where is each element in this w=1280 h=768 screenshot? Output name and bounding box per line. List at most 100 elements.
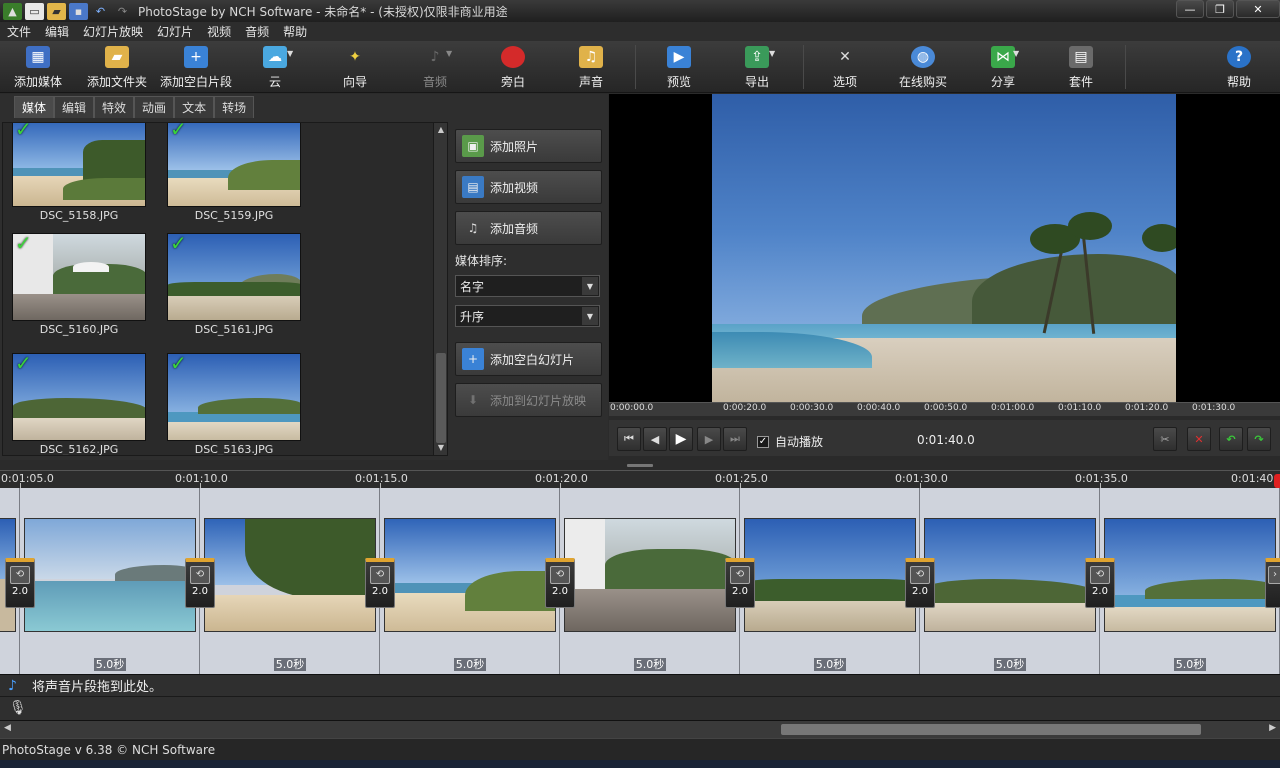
- export-button[interactable]: ⇪ 导出: [742, 44, 772, 90]
- chevron-down-icon[interactable]: ▼: [582, 307, 598, 325]
- transition-marker[interactable]: ⟲ 2.0: [725, 558, 755, 608]
- preview-button[interactable]: ▶ 预览: [664, 44, 694, 90]
- window-controls: — ❐ ✕: [1174, 0, 1280, 20]
- add-to-slideshow-button[interactable]: ⬇ 添加到幻灯片放映: [455, 383, 602, 417]
- add-folder-button[interactable]: ▰ 添加文件夹: [87, 44, 147, 90]
- cloud-dropdown-icon[interactable]: ▼: [287, 49, 293, 58]
- media-item[interactable]: ✓ DSC_5160.JPG: [12, 233, 146, 336]
- timeline-clip[interactable]: 5.0秒: [920, 488, 1100, 674]
- transition-marker[interactable]: ⟲ 2.0: [905, 558, 935, 608]
- chevron-down-icon[interactable]: ▼: [582, 277, 598, 295]
- audio-track[interactable]: ♪ 将声音片段拖到此处。: [0, 674, 1280, 696]
- menu-help[interactable]: 帮助: [276, 23, 314, 40]
- narration-button[interactable]: 旁白: [498, 44, 528, 90]
- rotate-left-button[interactable]: ↶: [1219, 427, 1243, 451]
- transition-marker[interactable]: ⟲ 2.0: [365, 558, 395, 608]
- delete-button[interactable]: ✕: [1187, 427, 1211, 451]
- transition-icon: ⟲: [190, 566, 210, 584]
- scrollbar-thumb[interactable]: [436, 353, 446, 443]
- open-folder-icon[interactable]: ▰: [47, 2, 66, 20]
- buy-online-button[interactable]: ◍ 在线购买: [898, 44, 948, 90]
- timeline-clip[interactable]: 5.0秒: [200, 488, 380, 674]
- new-file-icon[interactable]: ▭: [25, 2, 44, 20]
- share-dropdown-icon[interactable]: ▼: [1013, 49, 1019, 58]
- timeline-playhead[interactable]: [1274, 474, 1280, 488]
- sound-button[interactable]: ♫ 声音: [576, 44, 606, 90]
- media-item[interactable]: ✓ DSC_5161.JPG: [167, 233, 301, 336]
- sort-order-select[interactable]: 升序 ▼: [455, 305, 600, 327]
- add-audio-button[interactable]: ♫ 添加音频: [455, 211, 602, 245]
- menu-video[interactable]: 视频: [200, 23, 238, 40]
- timeline-clip[interactable]: 5.0秒: [740, 488, 920, 674]
- tab-transition[interactable]: 转场: [214, 96, 255, 118]
- blank-slide-icon: +: [462, 348, 484, 370]
- export-dropdown-icon[interactable]: ▼: [769, 49, 775, 58]
- audio-dropdown-icon[interactable]: ▼: [446, 49, 452, 58]
- tab-media[interactable]: 媒体: [14, 96, 55, 118]
- step-back-button[interactable]: ◀: [643, 427, 667, 451]
- close-button[interactable]: ✕: [1236, 0, 1280, 18]
- scroll-down-icon[interactable]: ▼: [434, 441, 447, 455]
- add-media-button[interactable]: ▦ 添加媒体: [14, 44, 62, 90]
- transition-marker[interactable]: ⟲ 2.0: [5, 558, 35, 608]
- status-text: PhotoStage v 6.38 © NCH Software: [2, 742, 216, 757]
- step-forward-button[interactable]: ▶: [697, 427, 721, 451]
- timeline-clip[interactable]: 5.0秒: [1100, 488, 1280, 674]
- menu-slide[interactable]: 幻灯片: [150, 23, 200, 40]
- timeline-ruler[interactable]: 0:01:05.0 0:01:10.0 0:01:15.0 0:01:20.0 …: [0, 470, 1280, 489]
- media-item[interactable]: ✓ DSC_5158.JPG: [12, 123, 146, 222]
- add-video-button[interactable]: ▤ 添加视频: [455, 170, 602, 204]
- tab-edit[interactable]: 编辑: [54, 96, 95, 118]
- wizard-button[interactable]: ✦ 向导: [340, 44, 370, 90]
- timeline-clip[interactable]: 5.0秒: [560, 488, 740, 674]
- tab-animation[interactable]: 动画: [134, 96, 175, 118]
- panel-tabs: 媒体 编辑 特效 动画 文本 转场: [14, 96, 255, 118]
- scroll-up-icon[interactable]: ▲: [434, 123, 447, 137]
- add-blank-clip-button[interactable]: + 添加空白片段: [160, 44, 232, 90]
- transition-marker[interactable]: ⟲ 2.0: [185, 558, 215, 608]
- suite-button[interactable]: ▤ 套件: [1066, 44, 1096, 90]
- tab-effects[interactable]: 特效: [94, 96, 135, 118]
- save-icon[interactable]: ▪: [69, 2, 88, 20]
- clip-thumbnail: [924, 518, 1096, 632]
- checkbox-icon[interactable]: ✓: [757, 435, 769, 448]
- media-item[interactable]: ✓ DSC_5163.JPG: [167, 353, 301, 455]
- help-button[interactable]: ? 帮助: [1224, 44, 1254, 90]
- timeline-scrollbar[interactable]: ◀ ▶: [0, 720, 1280, 738]
- maximize-button[interactable]: ❐: [1206, 0, 1234, 18]
- scroll-right-icon[interactable]: ▶: [1269, 723, 1276, 733]
- menu-audio[interactable]: 音频: [238, 23, 276, 40]
- timeline-clip[interactable]: 5.0秒: [20, 488, 200, 674]
- menu-slideshow[interactable]: 幻灯片放映: [76, 23, 150, 40]
- timeline-clip[interactable]: 5.0秒: [380, 488, 560, 674]
- play-button[interactable]: ▶: [669, 427, 693, 451]
- media-scrollbar[interactable]: ▲ ▼: [433, 123, 447, 455]
- narration-track[interactable]: 🎙: [0, 696, 1280, 720]
- media-item[interactable]: ✓ DSC_5162.JPG: [12, 353, 146, 455]
- add-blank-slide-button[interactable]: + 添加空白幻灯片: [455, 342, 602, 376]
- menu-file[interactable]: 文件: [0, 23, 38, 40]
- tab-text[interactable]: 文本: [174, 96, 215, 118]
- add-photo-button[interactable]: ▣ 添加照片: [455, 129, 602, 163]
- media-item[interactable]: ✓ DSC_5159.JPG: [167, 123, 301, 222]
- preview-ruler[interactable]: 0:00:00.0 0:00:20.0 0:00:30.0 0:00:40.0 …: [609, 402, 1280, 416]
- panel-splitter[interactable]: [0, 460, 1280, 470]
- menu-edit[interactable]: 编辑: [38, 23, 76, 40]
- skip-start-button[interactable]: ⏮: [617, 427, 641, 451]
- app-logo-icon[interactable]: ▲: [3, 2, 22, 20]
- sort-by-select[interactable]: 名字 ▼: [455, 275, 600, 297]
- redo-icon[interactable]: ↷: [113, 3, 132, 20]
- transition-marker[interactable]: ⟲ 2.0: [545, 558, 575, 608]
- undo-icon[interactable]: ↶: [91, 3, 110, 20]
- rotate-right-button[interactable]: ↷: [1247, 427, 1271, 451]
- transition-marker[interactable]: ⟲ 2.0: [1085, 558, 1115, 608]
- skip-end-button[interactable]: ⏭: [723, 427, 747, 451]
- autoplay-checkbox[interactable]: ✓ 自动播放: [757, 433, 823, 450]
- minimize-button[interactable]: —: [1176, 0, 1204, 18]
- splitter-grip[interactable]: [627, 464, 653, 467]
- scroll-left-icon[interactable]: ◀: [4, 723, 11, 733]
- options-button[interactable]: ✕ 选项: [830, 44, 860, 90]
- cut-button[interactable]: ✂: [1153, 427, 1177, 451]
- scrollbar-thumb[interactable]: [781, 724, 1201, 735]
- transition-marker[interactable]: ›: [1265, 558, 1280, 608]
